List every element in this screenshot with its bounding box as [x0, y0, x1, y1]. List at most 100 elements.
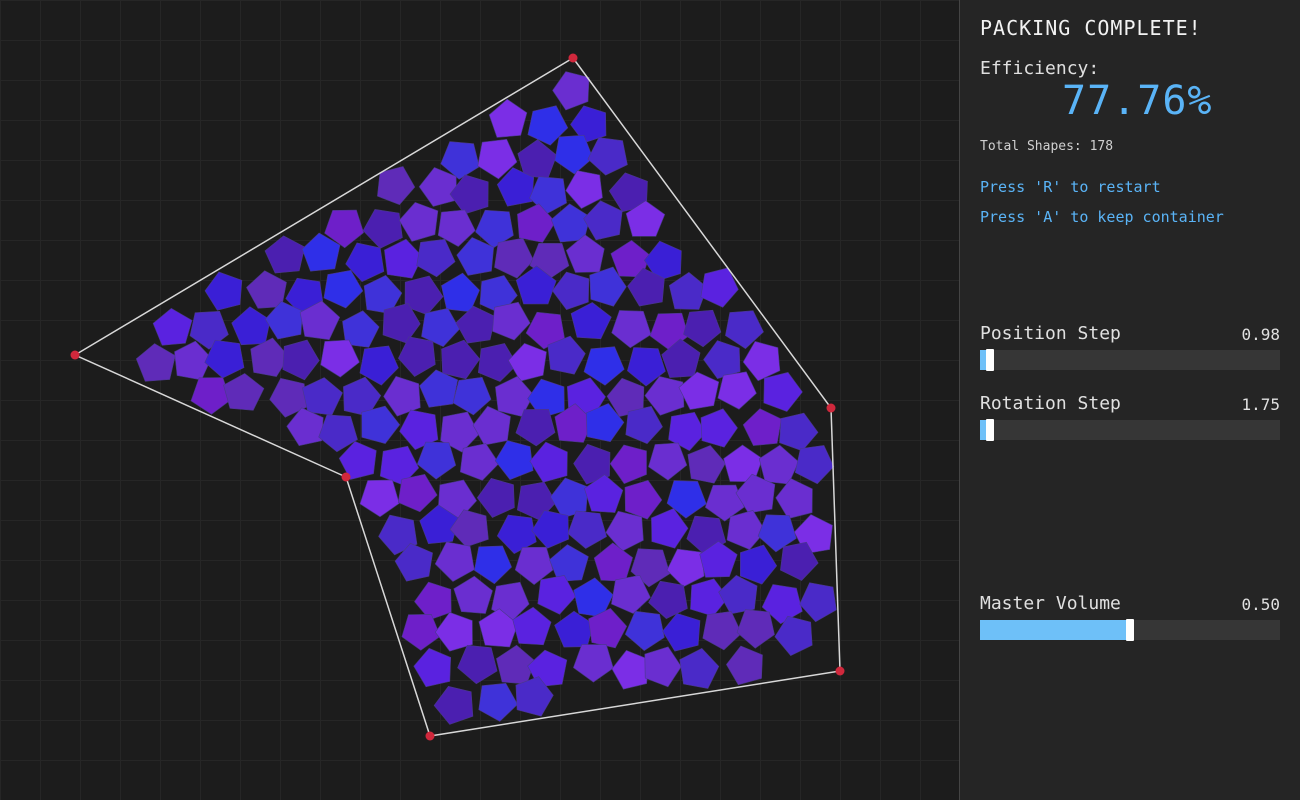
packed-pentagon — [190, 377, 231, 415]
position-step-label: Position Step — [980, 323, 1121, 344]
container-vertex-2[interactable] — [835, 666, 845, 676]
packed-pentagon — [565, 170, 603, 209]
packed-pentagon — [223, 373, 265, 411]
packed-pentagon — [648, 442, 688, 481]
packing-canvas[interactable] — [0, 0, 960, 800]
packed-pentagon — [459, 443, 500, 481]
packed-pentagon — [264, 235, 306, 274]
packed-pentagon — [362, 209, 403, 249]
packed-pentagon — [152, 308, 193, 346]
packed-pentagon — [726, 645, 763, 686]
container-vertex-3[interactable] — [425, 731, 435, 741]
position-step-slider[interactable] — [980, 349, 1280, 371]
packed-pentagon — [455, 305, 496, 344]
container-vertex-0[interactable] — [568, 53, 578, 63]
packed-pentagon — [549, 544, 589, 582]
status-title: PACKING COMPLETE! — [980, 16, 1202, 40]
packed-pentagon — [678, 371, 720, 410]
packed-pentagon — [384, 238, 423, 279]
packed-pentagon — [552, 71, 590, 111]
packed-pentagon — [736, 609, 775, 649]
packed-pentagon — [383, 375, 421, 417]
packed-pentagon — [573, 644, 614, 683]
packed-pentagon — [537, 575, 577, 615]
packed-pentagon — [775, 478, 813, 519]
container-vertex-1[interactable] — [826, 403, 836, 413]
packed-pentagon — [441, 272, 480, 313]
packed-pentagon — [679, 648, 720, 689]
shape-layer — [135, 71, 837, 725]
packed-pentagon — [611, 310, 652, 349]
packing-scene — [70, 53, 845, 741]
packed-pentagon — [434, 541, 475, 582]
packed-pentagon — [441, 339, 481, 380]
rotation-step-handle[interactable] — [986, 419, 994, 441]
packed-pentagon — [567, 510, 607, 549]
packed-pentagon — [742, 341, 781, 382]
packed-pentagon — [624, 479, 663, 520]
packed-pentagon — [799, 582, 837, 623]
position-step-value: 0.98 — [1241, 325, 1280, 344]
container-vertex-4[interactable] — [341, 472, 351, 482]
master-volume-slider[interactable] — [980, 619, 1280, 641]
total-shapes: Total Shapes: 178 — [980, 139, 1113, 154]
packed-pentagon — [453, 575, 493, 614]
position-step-handle[interactable] — [986, 349, 994, 371]
packed-pentagon — [703, 340, 741, 380]
packed-pentagon — [282, 339, 320, 381]
packed-pentagon — [476, 477, 515, 518]
container-vertex-5[interactable] — [70, 350, 80, 360]
packed-pentagon — [779, 412, 819, 452]
rotation-step-slider[interactable] — [980, 419, 1280, 441]
packed-pentagon — [648, 580, 688, 619]
packed-pentagon — [135, 343, 176, 382]
packed-pentagon — [433, 685, 474, 725]
packed-pentagon — [359, 479, 400, 518]
packed-pentagon — [508, 343, 547, 382]
packed-pentagon — [794, 445, 835, 485]
master-volume-fill — [980, 620, 1130, 640]
packed-pentagon — [644, 646, 682, 688]
packed-pentagon — [687, 445, 726, 484]
packed-pentagon — [492, 301, 531, 341]
packed-pentagon — [529, 441, 568, 483]
packed-pentagon — [398, 336, 436, 377]
packed-pentagon — [624, 610, 665, 651]
packed-pentagon — [494, 440, 534, 481]
packed-pentagon — [377, 166, 416, 206]
packed-pentagon — [717, 371, 757, 410]
packed-pentagon — [666, 548, 705, 588]
packed-pentagon — [554, 610, 594, 648]
packed-pentagon — [668, 272, 708, 310]
packed-pentagon — [611, 650, 650, 690]
packed-pentagon — [718, 575, 758, 615]
packed-pentagon — [552, 271, 590, 310]
packed-pentagon — [231, 306, 271, 346]
packed-pentagon — [742, 408, 782, 446]
efficiency-label: Efficiency: — [980, 58, 1100, 79]
packed-pentagon — [763, 372, 803, 412]
packed-pentagon — [398, 202, 439, 242]
master-volume-handle[interactable] — [1126, 619, 1134, 641]
total-shapes-value: 178 — [1089, 139, 1114, 154]
total-shapes-label: Total Shapes: — [980, 139, 1082, 154]
packed-pentagon — [583, 200, 623, 241]
packed-pentagon — [758, 444, 799, 485]
packed-pentagon — [726, 510, 766, 550]
packed-pentagon — [414, 581, 452, 621]
packed-pentagon — [413, 647, 452, 688]
packed-pentagon — [739, 544, 778, 585]
packed-pentagon — [474, 545, 512, 585]
keep-container-hint: Press 'A' to keep container — [980, 208, 1224, 226]
packed-pentagon — [570, 302, 612, 340]
packed-pentagon — [700, 408, 738, 448]
packed-pentagon — [625, 405, 663, 445]
efficiency-value: 77.76% — [1062, 78, 1213, 124]
master-volume-value: 0.50 — [1241, 595, 1280, 614]
packed-pentagon — [478, 682, 518, 722]
packed-pentagon — [609, 444, 647, 484]
packed-pentagon — [302, 377, 343, 416]
packed-pentagon — [416, 238, 456, 278]
control-panel: PACKING COMPLETE! Efficiency: 77.76% Tot… — [959, 0, 1300, 800]
packed-pentagon — [418, 167, 457, 207]
